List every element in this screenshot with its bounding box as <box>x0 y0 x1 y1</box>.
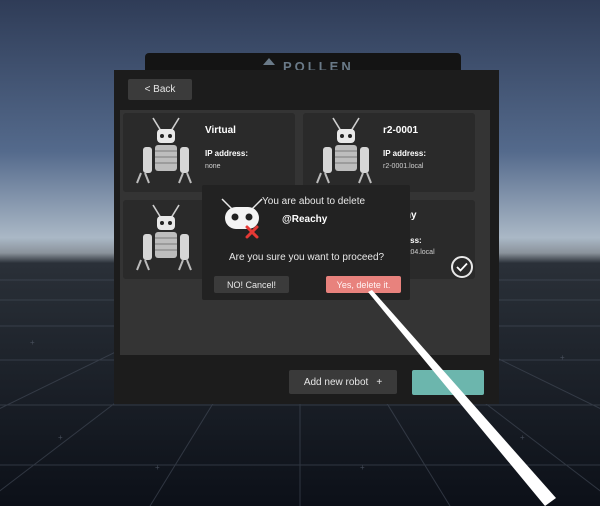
ip-label: IP address: <box>383 149 426 158</box>
svg-text:+: + <box>58 433 63 442</box>
robot-name: Virtual <box>205 125 236 136</box>
cancel-button[interactable]: NO! Cancel! <box>214 276 289 293</box>
dialog-robot-name: @Reachy <box>282 214 328 225</box>
robot-card-virtual[interactable]: Virtual IP address: none <box>123 113 295 192</box>
robot-card-r2-0001[interactable]: r2-0001 IP address: r2-0001.local <box>303 113 475 192</box>
svg-text:+: + <box>560 353 565 362</box>
ip-value: r2-0001.local <box>383 163 424 170</box>
ip-label: IP address: <box>205 149 248 158</box>
add-new-robot-button[interactable]: Add new robot + <box>289 370 397 394</box>
delete-confirmation-dialog: You are about to delete @Reachy Are you … <box>202 185 410 300</box>
back-button[interactable]: < Back <box>128 79 192 100</box>
robot-image <box>136 117 192 184</box>
robot-image <box>136 204 192 271</box>
selected-check-icon <box>451 256 473 278</box>
svg-text:+: + <box>30 338 35 347</box>
svg-text:+: + <box>360 463 365 472</box>
confirm-delete-button[interactable]: Yes, delete it. <box>326 276 401 293</box>
svg-text:+: + <box>520 433 525 442</box>
add-robot-label: Add new robot <box>303 376 369 388</box>
dialog-title: You are about to delete <box>262 196 366 207</box>
connect-button[interactable] <box>412 370 484 395</box>
plus-icon: + <box>376 376 383 388</box>
svg-text:+: + <box>155 463 160 472</box>
robot-image <box>316 117 372 184</box>
dialog-question: Are you sure you want to proceed? <box>229 252 385 263</box>
ip-value: none <box>205 163 221 170</box>
robot-name: r2-0001 <box>383 125 419 136</box>
